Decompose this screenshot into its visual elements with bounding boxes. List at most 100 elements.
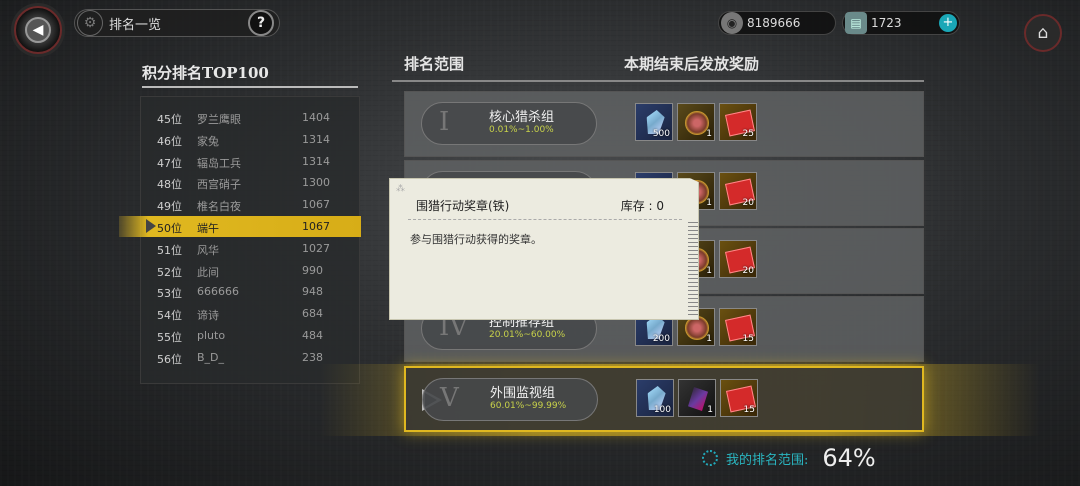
currency-coins-value: 8189666	[747, 16, 801, 30]
my-rank-row[interactable]: 50位 端午 1067	[119, 216, 361, 237]
reward-qty: 25	[742, 129, 754, 139]
ticket-icon: ▤	[845, 12, 867, 34]
item-tooltip: ⁂ 围猎行动奖章(铁) 库存 : 0 参与围猎行动获得的奖章。	[389, 178, 699, 320]
score-value: 238	[302, 350, 323, 364]
rank-label: 52位	[157, 265, 182, 279]
rank-label: 46位	[157, 134, 182, 148]
rank-row[interactable]: 48位 西宫硝子 1300	[141, 172, 361, 193]
reward-item-medal[interactable]: 1	[678, 379, 716, 417]
rank-label: 50位	[157, 222, 182, 235]
reward-qty: 100	[653, 405, 671, 415]
player-name: 辐岛工兵	[197, 156, 241, 170]
my-range-label: 我的排名范围:	[726, 452, 809, 468]
score-value: 948	[302, 285, 323, 299]
player-name: 家兔	[197, 134, 219, 148]
my-range-value: 64%	[822, 444, 876, 472]
score-value: 1314	[302, 132, 330, 146]
currency-coins: ◉ 8189666	[718, 11, 836, 35]
reward-item-crystal[interactable]: 500	[635, 103, 673, 141]
player-name: 椎名白夜	[197, 200, 241, 214]
reward-item-medal[interactable]: 1	[677, 103, 715, 141]
reward-qty: 500	[652, 129, 670, 139]
rank-label: 47位	[157, 156, 182, 170]
add-currency-button[interactable]: +	[939, 14, 957, 32]
home-icon: ⌂	[1037, 23, 1049, 43]
tier-range: 20.01%~60.00%	[489, 330, 566, 340]
score-value: 1314	[302, 154, 330, 168]
gear-icon	[702, 450, 718, 466]
rank-label: 54位	[157, 309, 182, 323]
tier-name: 核心猎杀组	[489, 110, 555, 125]
score-value: 1067	[302, 220, 330, 233]
tooltip-stock: 库存 : 0	[620, 199, 664, 213]
player-name: 端午	[197, 222, 219, 235]
rank-row[interactable]: 53位 666666 948	[141, 281, 361, 302]
reward-item-crystal[interactable]: 100	[636, 379, 674, 417]
rank-row[interactable]: 54位 谛诗 684	[141, 303, 361, 324]
score-value: 484	[302, 329, 323, 342]
ranking-list[interactable]: 45位 罗兰鹰眼 1404 46位 家兔 1314 47位 辐岛工兵 1314 48位 西宫硝子 13…	[119, 96, 361, 384]
tier-roman: V	[440, 383, 459, 413]
rank-label: 51位	[157, 243, 182, 257]
divider	[408, 219, 682, 220]
reward-item-ticket[interactable]: 15	[720, 379, 758, 417]
my-range: 我的排名范围: 64%	[702, 444, 876, 472]
player-name: 666666	[197, 285, 239, 299]
rank-row[interactable]: 49位 椎名白夜 1067	[141, 194, 361, 215]
tier-row[interactable]: V 外围监视组 60.01%~99.99% 100 1 15	[404, 366, 924, 432]
back-button[interactable]: ◀	[14, 6, 62, 54]
tier-name: 外围监视组	[490, 386, 556, 401]
currency-tickets-value: 1723	[871, 16, 902, 30]
rank-row[interactable]: 52位 此间 990	[141, 260, 361, 281]
divider	[142, 86, 358, 88]
reward-qty: 1	[706, 129, 712, 139]
currency-tickets: ▤ 1723 +	[842, 11, 960, 35]
score-value: 1404	[302, 111, 330, 124]
tooltip-description: 参与围猎行动获得的奖章。	[410, 233, 542, 246]
torn-edge	[688, 219, 698, 315]
tooltip-title: 围猎行动奖章(铁)	[416, 199, 510, 213]
reward-item-ticket[interactable]: 20	[719, 172, 757, 210]
home-button[interactable]: ⌂	[1024, 14, 1062, 52]
rank-row[interactable]: 47位 辐岛工兵 1314	[141, 151, 361, 172]
tier-range: 0.01%~1.00%	[489, 125, 554, 135]
rank-row[interactable]: 46位 家兔 1314	[141, 129, 361, 150]
reward-qty: 20	[742, 198, 754, 208]
score-value: 990	[302, 263, 323, 277]
player-name: 西宫硝子	[197, 178, 241, 192]
reward-item-ticket[interactable]: 25	[719, 103, 757, 141]
rank-label: 55位	[157, 331, 182, 344]
reward-qty: 1	[706, 198, 712, 208]
player-name: 罗兰鹰眼	[197, 113, 241, 126]
reward-qty: 1	[706, 334, 712, 344]
score-value: 684	[302, 307, 323, 321]
pointer-icon	[146, 219, 156, 233]
reward-qty: 15	[742, 334, 754, 344]
reward-qty: 15	[743, 405, 755, 415]
score-value: 1067	[302, 198, 330, 212]
reward-qty: 1	[707, 405, 713, 415]
reward-item-ticket[interactable]: 20	[719, 240, 757, 278]
rank-label: 53位	[157, 287, 182, 301]
ranking-title: 积分排名TOP100	[142, 64, 269, 82]
score-value: 1300	[302, 176, 330, 190]
gear-icon: ⚙	[77, 10, 103, 36]
page-title: 排名一览	[109, 17, 162, 33]
rank-row[interactable]: 55位 pluto 484	[141, 325, 361, 346]
rank-row[interactable]: 51位 风华 1027	[141, 238, 361, 259]
rank-label: 56位	[157, 352, 182, 366]
reward-item-ticket[interactable]: 15	[719, 308, 757, 346]
player-name: 此间	[197, 265, 219, 279]
player-name: B_D_	[197, 350, 225, 364]
back-arrow-icon: ◀	[25, 17, 51, 43]
player-name: pluto	[197, 329, 226, 342]
tier-row[interactable]: I 核心猎杀组 0.01%~1.00% 500 1 25	[404, 91, 924, 157]
eye-coin-icon: ◉	[721, 12, 743, 34]
divider	[392, 80, 924, 82]
dots-icon: ⁂	[396, 184, 405, 194]
rank-label: 45位	[157, 113, 182, 126]
reward-qty: 20	[742, 266, 754, 276]
rank-label: 48位	[157, 178, 182, 192]
help-button[interactable]: ?	[248, 10, 274, 36]
rank-row[interactable]: 45位 罗兰鹰眼 1404	[141, 107, 361, 128]
